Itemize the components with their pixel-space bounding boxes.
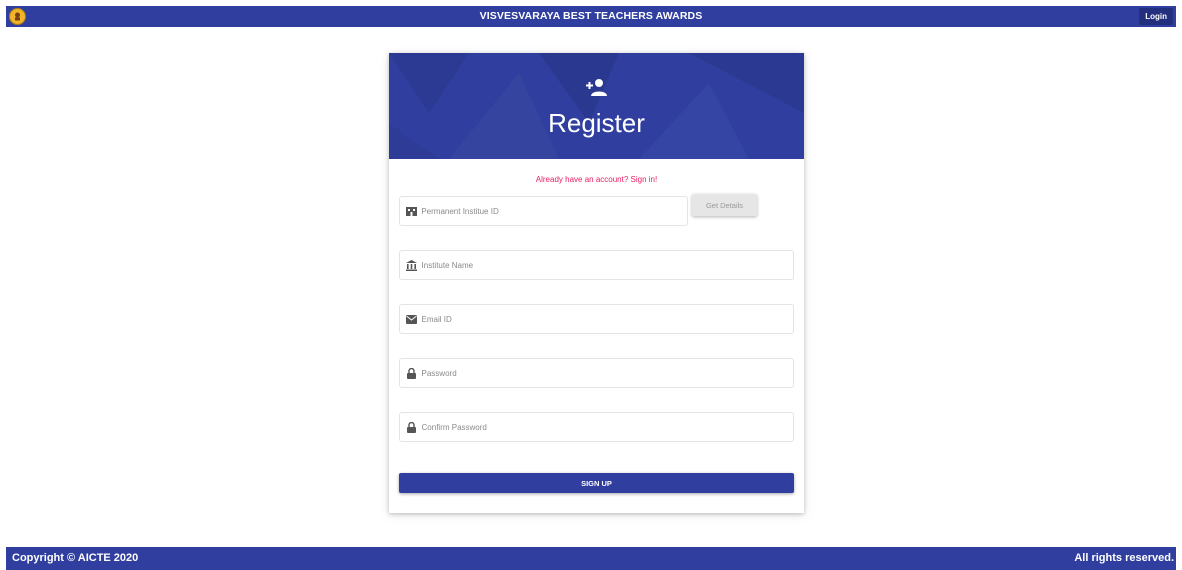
- email-field[interactable]: [399, 304, 794, 334]
- envelope-icon: [406, 313, 418, 325]
- header-pattern: [389, 53, 804, 159]
- top-navbar: VISVESVARAYA BEST TEACHERS AWARDS Login: [6, 6, 1176, 27]
- password-input[interactable]: [421, 359, 793, 387]
- signup-button[interactable]: SIGN UP: [399, 473, 794, 493]
- copyright-text: Copyright © AICTE 2020: [12, 552, 139, 564]
- lock-icon: [406, 367, 418, 379]
- confirm-password-field[interactable]: [399, 412, 794, 442]
- register-header: Register: [389, 53, 804, 159]
- institute-id-field[interactable]: [399, 196, 688, 226]
- site-title: VISVESVARAYA BEST TEACHERS AWARDS: [479, 10, 703, 22]
- register-card: Register Already have an account? Sign i…: [389, 53, 804, 513]
- institute-name-input[interactable]: [421, 251, 793, 279]
- get-details-button[interactable]: Get Details: [692, 194, 757, 216]
- rights-text: All rights reserved.: [1074, 552, 1174, 564]
- login-button[interactable]: Login: [1139, 8, 1173, 25]
- institute-id-input[interactable]: [421, 197, 687, 225]
- institute-name-field[interactable]: [399, 250, 794, 280]
- footer: Copyright © AICTE 2020 All rights reserv…: [6, 547, 1176, 570]
- building-icon: [406, 205, 418, 217]
- signin-link[interactable]: Already have an account? Sign in!: [389, 175, 804, 184]
- add-person-icon: [586, 78, 608, 101]
- bank-icon: [406, 259, 418, 271]
- lock-icon: [406, 421, 418, 433]
- password-field[interactable]: [399, 358, 794, 388]
- register-title: Register: [548, 108, 645, 138]
- email-input[interactable]: [421, 305, 793, 333]
- confirm-password-input[interactable]: [421, 413, 793, 441]
